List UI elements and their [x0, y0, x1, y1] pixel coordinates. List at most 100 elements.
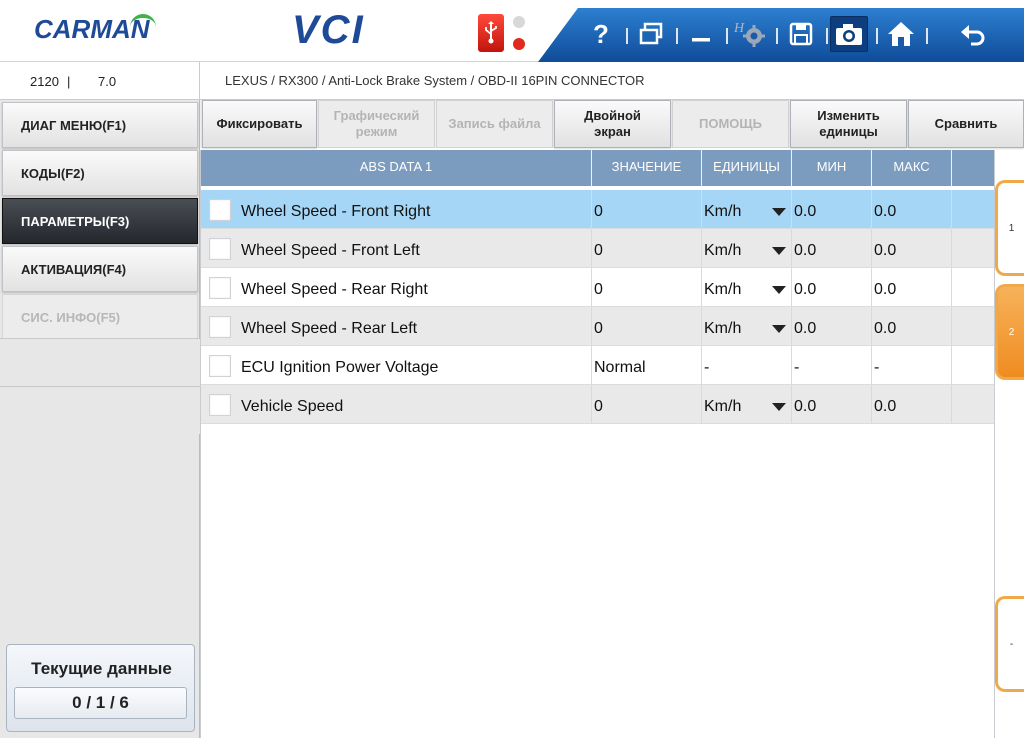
graph-mode-button: Графический режим	[318, 100, 435, 148]
row-value: 0	[592, 190, 702, 228]
save-icon	[789, 22, 813, 46]
toolbar-divider	[776, 28, 778, 44]
home-button[interactable]	[882, 16, 920, 52]
row-checkbox[interactable]	[209, 394, 231, 416]
compare-label: Сравнить	[934, 116, 998, 131]
row-value: 0	[592, 307, 702, 345]
row-min: 0.0	[792, 190, 872, 228]
graph-mode-label-line1: Графический	[333, 108, 420, 123]
freeze-button[interactable]: Фиксировать	[202, 100, 317, 148]
chevron-down-icon	[772, 247, 786, 255]
window-button[interactable]	[632, 16, 670, 52]
change-units-button[interactable]: Изменить единицы	[790, 100, 907, 148]
row-checkbox[interactable]	[209, 277, 231, 299]
chevron-down-icon	[772, 403, 786, 411]
chevron-down-icon	[772, 208, 786, 216]
row-units: Km/h	[704, 242, 742, 259]
help-icon: ?	[593, 18, 609, 49]
table-row[interactable]: Vehicle Speed 0 Km/h 0.0 0.0	[201, 385, 995, 424]
page-tab-1[interactable]: 1	[995, 180, 1024, 276]
row-max: 0.0	[872, 190, 952, 228]
row-name: ECU Ignition Power Voltage	[241, 346, 592, 384]
current-data-title: Текущие данные	[31, 659, 172, 678]
settings-button[interactable]: H	[732, 16, 770, 52]
row-checkbox[interactable]	[209, 238, 231, 260]
row-checkbox[interactable]	[209, 199, 231, 221]
dual-screen-label-line2: экран	[594, 124, 631, 139]
row-value: Normal	[592, 346, 702, 384]
dual-screen-label-line1: Двойной	[584, 108, 641, 123]
parameters-table: ABS DATA 1 ЗНАЧЕНИЕ ЕДИНИЦЫ МИН МАКС Whe…	[200, 150, 995, 738]
camera-icon	[836, 24, 862, 45]
help-function-label: ПОМОЩЬ	[699, 116, 762, 131]
row-checkbox[interactable]	[209, 316, 231, 338]
row-units-select[interactable]: Km/h	[702, 268, 792, 306]
save-button[interactable]	[782, 16, 820, 52]
minimize-button[interactable]	[682, 16, 720, 52]
page-tab-2[interactable]: 2	[995, 284, 1024, 380]
freeze-label: Фиксировать	[216, 116, 303, 131]
sidebar-item-system-info: СИС. ИНФО(F5)	[2, 294, 198, 340]
sidebar-item-diag-menu[interactable]: ДИАГ МЕНЮ(F1)	[2, 102, 198, 148]
sidebar-empty-slot	[0, 386, 200, 434]
row-units-select[interactable]: Km/h	[702, 190, 792, 228]
help-function-button: ПОМОЩЬ	[672, 100, 789, 148]
table-row[interactable]: Wheel Speed - Front Left 0 Km/h 0.0 0.0	[201, 229, 995, 268]
chevron-down-icon	[772, 325, 786, 333]
sidebar-item-parameters[interactable]: ПАРАМЕТРЫ(F3)	[2, 198, 198, 244]
toolbar-divider	[676, 28, 678, 44]
row-min: -	[792, 346, 872, 384]
table-row[interactable]: Wheel Speed - Rear Left 0 Km/h 0.0 0.0	[201, 307, 995, 346]
current-data-panel: Текущие данные 0 / 1 / 6	[6, 644, 195, 732]
record-file-button: Запись файла	[436, 100, 553, 148]
page-tab-3-label: -	[1009, 638, 1014, 650]
column-header-min: МИН	[792, 150, 872, 186]
toolbar-divider	[876, 28, 878, 44]
row-min: 0.0	[792, 385, 872, 423]
sidebar-empty-slot	[0, 338, 200, 386]
row-max: -	[872, 346, 952, 384]
vehicle-info-bar: 2120 | 7.0 LEXUS / RX300 / Anti-Lock Bra…	[0, 62, 1024, 100]
dual-screen-button[interactable]: Двойной экран	[554, 100, 671, 148]
row-units: Km/h	[704, 281, 742, 298]
sidebar-item-codes[interactable]: КОДЫ(F2)	[2, 150, 198, 196]
toolbar-divider	[726, 28, 728, 44]
screenshot-button[interactable]	[830, 16, 868, 52]
table-row[interactable]: Wheel Speed - Rear Right 0 Km/h 0.0 0.0	[201, 268, 995, 307]
back-button[interactable]	[954, 16, 992, 52]
device-code: 2120	[30, 74, 59, 89]
dual-screen-label: Двойной экран	[584, 108, 641, 140]
row-units-select[interactable]: Km/h	[702, 229, 792, 267]
row-units-select[interactable]: Km/h	[702, 307, 792, 345]
sidebar-item-activation[interactable]: АКТИВАЦИЯ(F4)	[2, 246, 198, 292]
row-max: 0.0	[872, 268, 952, 306]
column-header-spare	[952, 150, 995, 186]
row-units-select[interactable]: Km/h	[702, 385, 792, 423]
row-name: Wheel Speed - Front Left	[241, 229, 592, 267]
device-info: 2120 | 7.0	[0, 62, 200, 100]
current-data-counter: 0 / 1 / 6	[14, 687, 187, 719]
row-units: Km/h	[704, 398, 742, 415]
chevron-down-icon	[772, 286, 786, 294]
page-tab-3[interactable]: -	[995, 596, 1024, 692]
minimize-icon	[692, 38, 710, 42]
window-icon	[639, 22, 663, 45]
page-tab-2-label: 2	[1008, 326, 1015, 338]
row-value: 0	[592, 268, 702, 306]
column-header-name: ABS DATA 1	[201, 150, 592, 186]
row-max: 0.0	[872, 307, 952, 345]
help-button[interactable]: ?	[582, 16, 620, 52]
row-units: Km/h	[704, 203, 742, 220]
change-units-label: Изменить единицы	[817, 108, 880, 140]
record-file-label: Запись файла	[448, 116, 541, 131]
power-led-icon	[513, 38, 525, 50]
table-row[interactable]: Wheel Speed - Front Right 0 Km/h 0.0 0.0	[201, 190, 995, 229]
compare-button[interactable]: Сравнить	[908, 100, 1024, 148]
column-header-value: ЗНАЧЕНИЕ	[592, 150, 702, 186]
row-checkbox[interactable]	[209, 355, 231, 377]
row-units: -	[702, 346, 792, 384]
vci-logo: VCI	[292, 8, 365, 52]
table-row[interactable]: ECU Ignition Power Voltage Normal - - -	[201, 346, 995, 385]
toolbar-divider	[926, 28, 928, 44]
usb-status-icon	[478, 14, 504, 52]
